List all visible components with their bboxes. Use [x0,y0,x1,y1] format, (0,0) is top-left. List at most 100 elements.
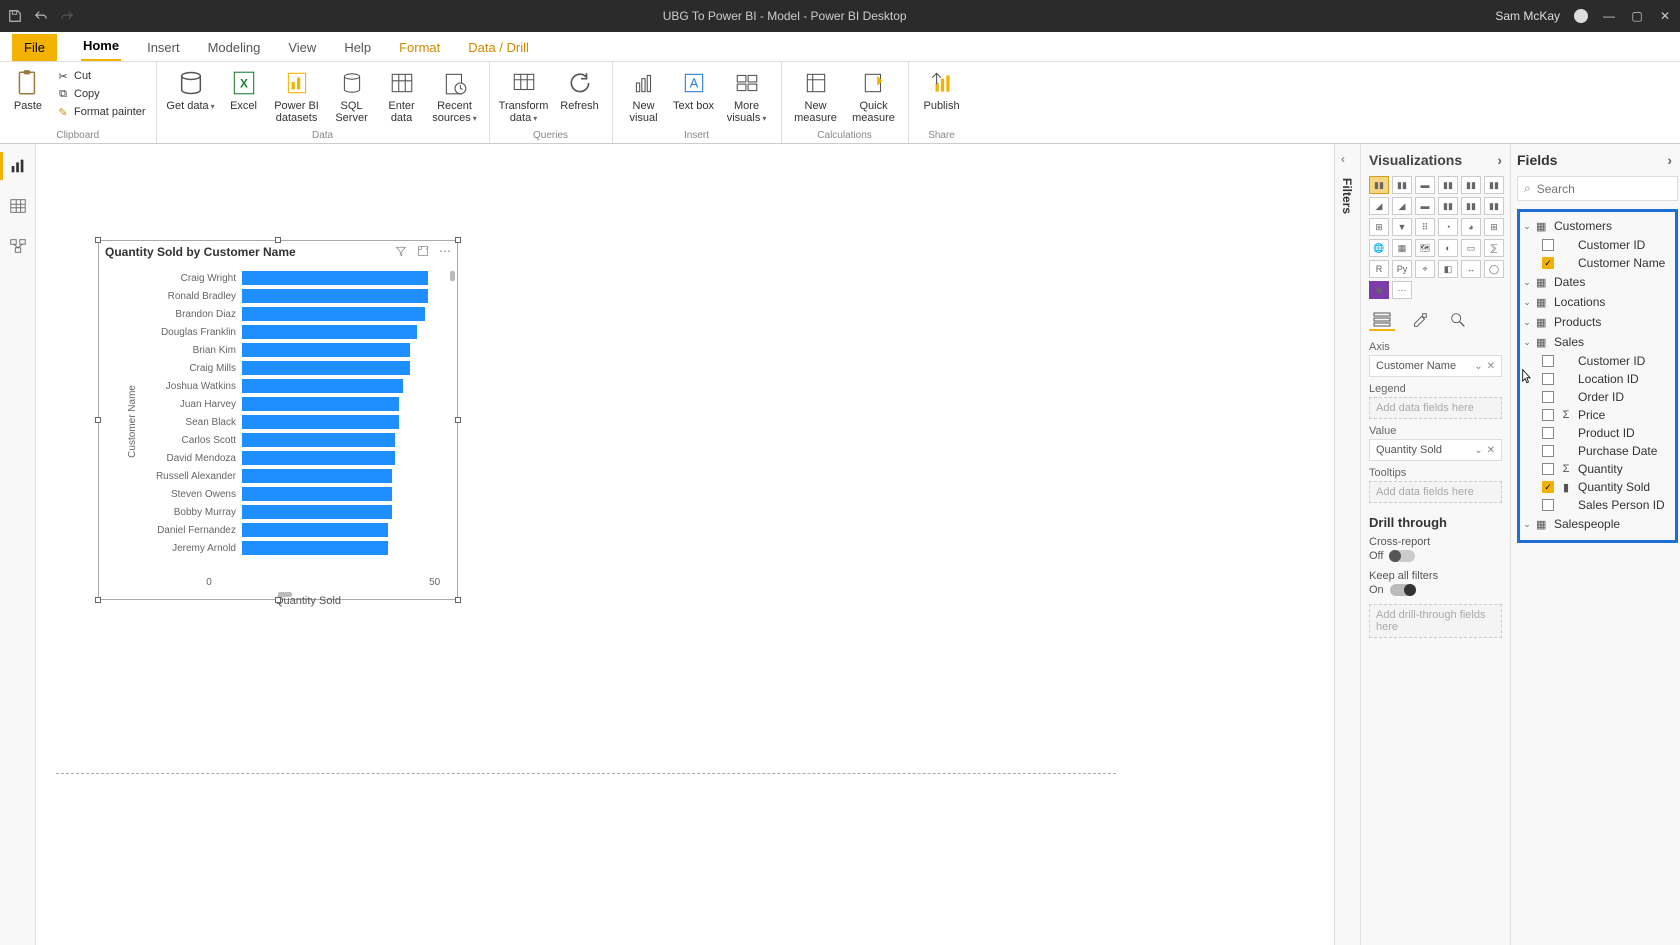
report-view-button[interactable] [8,156,28,176]
format-tab-icon[interactable] [1407,309,1433,331]
save-icon[interactable] [8,9,22,23]
viz-type-cell[interactable]: ▮▮ [1438,197,1458,215]
bar-row[interactable]: Sean Black [138,413,443,431]
viz-type-cell[interactable]: ▮▮ [1392,176,1412,194]
viz-type-cell[interactable]: ▼ [1392,218,1412,236]
bar-row[interactable]: Bobby Murray [138,503,443,521]
bar-row[interactable]: Ronald Bradley [138,287,443,305]
chevron-down-icon[interactable]: ⌄ [1474,361,1482,372]
keep-filters-toggle[interactable] [1390,584,1416,596]
report-canvas[interactable]: Quantity Sold by Customer Name ⋯ Custome… [36,144,1334,945]
copy-button[interactable]: ⧉Copy [54,86,148,102]
field-quantity[interactable]: ΣQuantity [1522,460,1673,478]
bar-fill[interactable] [242,271,428,285]
bar-row[interactable]: Juan Harvey [138,395,443,413]
viz-type-cell[interactable]: ▮▮ [1369,176,1389,194]
tab-modeling[interactable]: Modeling [206,34,263,61]
search-input[interactable] [1537,182,1680,196]
bar-row[interactable]: Brandon Diaz [138,305,443,323]
remove-field-icon[interactable]: ✕ [1487,445,1495,456]
publish-button[interactable]: Publish [917,64,967,112]
legend-well[interactable]: Add data fields here [1369,397,1502,419]
collapse-fields-icon[interactable]: › [1667,152,1672,168]
field-customer-name[interactable]: ✓Customer Name [1522,254,1673,272]
viz-type-cell[interactable]: ▦ [1392,239,1412,257]
field-quantity-sold[interactable]: ✓▮Quantity Sold [1522,478,1673,496]
bar-fill[interactable] [242,307,425,321]
viz-type-cell[interactable]: ⠿ [1415,218,1435,236]
new-measure-button[interactable]: New measure [790,64,842,124]
tab-view[interactable]: View [286,34,318,61]
table-salespeople[interactable]: ⌄▦Salespeople [1522,514,1673,534]
field-sales-person-id[interactable]: Sales Person ID [1522,496,1673,514]
bar-fill[interactable] [242,487,392,501]
bar-fill[interactable] [242,361,410,375]
bar-row[interactable]: Jeremy Arnold [138,539,443,557]
fields-search[interactable]: ⌕ [1517,176,1678,201]
collapse-viz-icon[interactable]: › [1497,152,1502,168]
viz-type-cell[interactable]: ▮▮ [1484,197,1504,215]
bar-row[interactable]: Brian Kim [138,341,443,359]
viz-type-cell[interactable]: ▮▮ [1461,176,1481,194]
bar-fill[interactable] [242,433,395,447]
viz-type-cell[interactable]: ◕ [1461,218,1481,236]
get-data-button[interactable]: Get data [165,64,217,113]
viz-type-cell[interactable]: ⌖ [1415,260,1435,278]
viz-type-cell[interactable]: ⅀ [1484,239,1504,257]
viz-type-cell[interactable]: ⋯ [1392,281,1412,299]
viz-type-cell[interactable]: ▮▮ [1461,197,1481,215]
text-box-button[interactable]: AText box [673,64,715,112]
quick-measure-button[interactable]: Quick measure [848,64,900,124]
value-well[interactable]: Quantity Sold⌄✕ [1369,439,1502,461]
focus-mode-icon[interactable] [417,245,429,257]
bar-row[interactable]: Steven Owens [138,485,443,503]
viz-type-cell[interactable]: ◢ [1392,197,1412,215]
tab-file[interactable]: File [12,34,57,61]
bar-fill[interactable] [242,397,399,411]
viz-type-cell[interactable]: ↔ [1461,260,1481,278]
filters-pane-collapsed[interactable]: ‹ Filters [1334,144,1360,945]
viz-type-cell[interactable]: ▮▮ [1438,176,1458,194]
bar-row[interactable]: Craig Mills [138,359,443,377]
field-price[interactable]: ΣPrice [1522,406,1673,424]
tab-format[interactable]: Format [397,34,442,61]
user-avatar[interactable] [1574,9,1588,23]
user-name[interactable]: Sam McKay [1495,9,1560,23]
tab-help[interactable]: Help [342,34,373,61]
sql-button[interactable]: SQL Server [329,64,375,124]
field-product-id[interactable]: Product ID [1522,424,1673,442]
viz-type-cell[interactable]: ◐ [1438,239,1458,257]
viz-type-cell[interactable]: ▭ [1461,239,1481,257]
cut-button[interactable]: ✂Cut [54,68,148,84]
more-visuals-button[interactable]: More visuals [721,64,773,125]
viz-type-cell[interactable]: ◢ [1369,197,1389,215]
bar-fill[interactable] [242,505,392,519]
enter-data-button[interactable]: Enter data [381,64,423,124]
model-view-button[interactable] [8,236,28,256]
transform-button[interactable]: Transform data [498,64,550,125]
viz-type-cell[interactable]: R [1369,260,1389,278]
viz-type-cell[interactable]: ◉ [1369,281,1389,299]
bar-fill[interactable] [242,343,410,357]
bar-fill[interactable] [242,325,417,339]
pbi-datasets-button[interactable]: Power BI datasets [271,64,323,124]
bar-row[interactable]: Douglas Franklin [138,323,443,341]
viz-type-cell[interactable]: ⊞ [1484,218,1504,236]
bar-fill[interactable] [242,415,399,429]
new-visual-button[interactable]: New visual [621,64,667,124]
viz-type-cell[interactable]: ⊞ [1369,218,1389,236]
maximize-icon[interactable]: ▢ [1630,9,1644,23]
minimize-icon[interactable]: — [1602,9,1616,23]
viz-type-cell[interactable]: ▬ [1415,197,1435,215]
viz-type-cell[interactable]: Py [1392,260,1412,278]
table-products[interactable]: ⌄▦Products [1522,312,1673,332]
bar-row[interactable]: Daniel Fernandez [138,521,443,539]
paste-button[interactable]: Paste [8,64,48,112]
remove-field-icon[interactable]: ✕ [1487,361,1495,372]
table-locations[interactable]: ⌄▦Locations [1522,292,1673,312]
bar-row[interactable]: Joshua Watkins [138,377,443,395]
bar-row[interactable]: Craig Wright [138,269,443,287]
close-icon[interactable]: ✕ [1658,9,1672,23]
bar-row[interactable]: David Mendoza [138,449,443,467]
filter-icon[interactable] [395,245,407,257]
